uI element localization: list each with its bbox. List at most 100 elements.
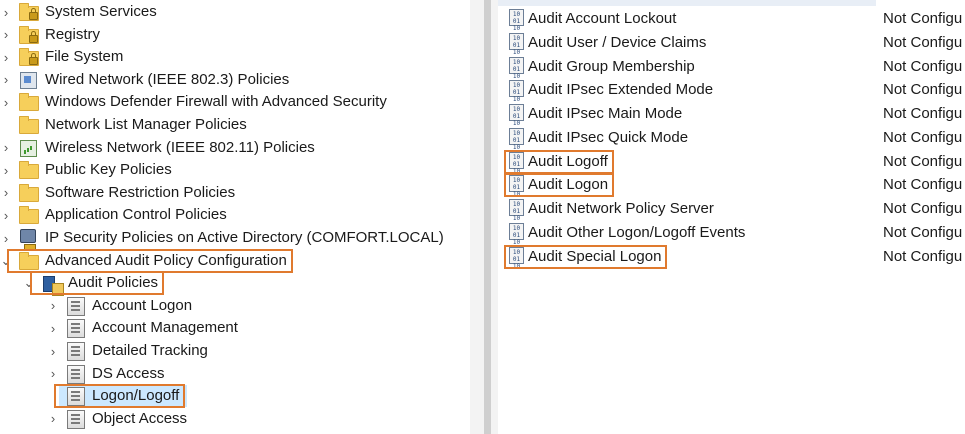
chevron-right-icon[interactable]: › xyxy=(0,182,12,204)
policy-status: Not Configu xyxy=(883,10,963,27)
chevron-right-icon[interactable]: › xyxy=(0,46,12,68)
folder-icon-part xyxy=(19,183,39,202)
category-icon-part xyxy=(67,319,85,339)
tree-item-wired-network-ieee-802-3-policies[interactable]: › Wired Network (IEEE 802.3) Policies xyxy=(0,69,470,91)
tree-item-windows-defender-firewall-with-advanced-security[interactable]: › Windows Defender Firewall with Advanced… xyxy=(0,91,470,113)
highlight-box xyxy=(54,384,185,409)
ipsec-icon-part xyxy=(20,229,36,251)
list-row-audit-other-logon-logoff-events[interactable]: 10 01 10 Audit Other Logon/Logoff Events Not… xyxy=(498,222,965,246)
policy-status: Not Configu xyxy=(883,81,963,99)
folder-icon-part xyxy=(19,206,39,225)
chevron-right-icon[interactable]: › xyxy=(0,137,12,159)
tree-item-label: IP Security Policies on Active Directory… xyxy=(45,229,444,246)
tree-item-network-list-manager-policies[interactable]: Network List Manager Policies xyxy=(0,114,470,136)
category-icon xyxy=(65,409,85,429)
pane-splitter[interactable] xyxy=(470,0,498,434)
policy-name: Audit IPsec Main Mode xyxy=(528,105,683,122)
tree-item-label: Windows Defender Firewall with Advanced … xyxy=(45,93,387,111)
policy-status: Not Configu xyxy=(883,200,963,217)
list-row-audit-ipsec-quick-mode[interactable]: 10 01 10 Audit IPsec Quick Mode Not Configu xyxy=(498,127,965,151)
tree-item-label: System Services xyxy=(45,3,157,20)
tree-item-file-system[interactable]: › File System xyxy=(0,46,470,68)
chevron-right-icon[interactable]: › xyxy=(0,227,12,249)
tree-item-label: Wireless Network (IEEE 802.11) Policies xyxy=(45,138,315,156)
policy-name: Audit Group Membership xyxy=(528,57,695,75)
policy-status: Not Configu xyxy=(883,176,963,194)
list-row-audit-ipsec-extended-mode[interactable]: 10 01 10 Audit IPsec Extended Mode Not Confi… xyxy=(498,79,965,103)
tree-item-software-restriction-policies[interactable]: › Software Restriction Policies xyxy=(0,182,470,204)
folder-icon-part xyxy=(19,161,39,180)
policy-setting-icon: 10 01 10 xyxy=(509,199,524,222)
chevron-right-icon[interactable]: › xyxy=(0,204,12,226)
policy-name: Audit IPsec Quick Mode xyxy=(528,128,689,146)
policy-status: Not Configu xyxy=(883,223,963,241)
chevron-right-icon[interactable]: › xyxy=(47,363,59,385)
policy-status: Not Configu xyxy=(883,57,963,75)
details-list: 10 01 10 Audit Account Lockout Not Configu 10… xyxy=(498,0,965,434)
highlight-box xyxy=(504,149,614,174)
policy-name: Audit User / Device Claims xyxy=(528,33,707,51)
chevron-right-icon[interactable]: › xyxy=(47,295,59,317)
list-row-audit-user-device-claims[interactable]: 10 01 10 Audit User / Device Claims Not Conf… xyxy=(498,32,965,56)
tree-item-ip-security-policies-on-active-directory-comfort-local[interactable]: › IP Security Policies on Active Director… xyxy=(0,227,470,251)
policy-status: Not Configu xyxy=(883,33,963,51)
tree-item-application-control-policies[interactable]: › Application Control Policies xyxy=(0,204,470,226)
list-row-audit-group-membership[interactable]: 10 01 10 Audit Group Membership Not Configu xyxy=(498,56,965,80)
chevron-right-icon[interactable]: › xyxy=(0,69,12,91)
list-row-audit-account-lockout[interactable]: 10 01 10 Audit Account Lockout Not Configu xyxy=(498,8,965,32)
chevron-right-icon[interactable]: › xyxy=(0,91,12,113)
chevron-right-icon[interactable]: › xyxy=(47,317,59,339)
tree-item-account-logon[interactable]: › Account Logon xyxy=(0,295,470,317)
folder-lock-icon-part xyxy=(29,30,38,43)
chevron-right-icon[interactable]: › xyxy=(0,24,12,46)
folder-lock-icon xyxy=(18,25,39,45)
policy-status: Not Configu xyxy=(883,105,963,122)
tree-item-object-access[interactable]: › Object Access xyxy=(0,408,470,430)
tree-item-detailed-tracking[interactable]: › Detailed Tracking xyxy=(0,340,470,362)
wireless-icon xyxy=(18,138,38,158)
network-icon-part xyxy=(20,71,37,89)
policy-name: Audit Account Lockout xyxy=(528,10,677,27)
tree-item-label: Application Control Policies xyxy=(45,206,227,224)
tree-item-public-key-policies[interactable]: › Public Key Policies xyxy=(0,159,470,181)
tree-item-ds-access[interactable]: › DS Access xyxy=(0,363,470,385)
tree-item-system-services[interactable]: › System Services xyxy=(0,1,470,23)
policy-setting-icon: 10 01 10 xyxy=(509,80,524,103)
tree-item-label: Detailed Tracking xyxy=(92,342,208,359)
policy-status: Not Configu xyxy=(883,247,963,265)
chevron-right-icon[interactable]: › xyxy=(47,340,59,362)
chevron-placeholder xyxy=(0,114,12,136)
highlight-box xyxy=(7,248,293,273)
policy-name: Audit Other Logon/Logoff Events xyxy=(528,223,746,241)
chevron-right-icon[interactable]: › xyxy=(0,1,12,23)
tree-item-label: Public Key Policies xyxy=(45,161,172,179)
tree-item-label: Account Management xyxy=(92,319,238,337)
category-icon-part xyxy=(67,296,85,316)
policy-status: Not Configu xyxy=(883,152,963,170)
list-header-remnant xyxy=(498,0,876,6)
highlight-box xyxy=(30,271,164,296)
chevron-right-icon[interactable]: › xyxy=(0,159,12,181)
policy-setting-icon: 10 01 10 xyxy=(509,104,524,127)
tree-item-label: Software Restriction Policies xyxy=(45,183,236,201)
splitter-bar[interactable] xyxy=(484,0,491,434)
category-icon xyxy=(65,341,85,361)
category-icon-part xyxy=(67,409,85,429)
tree-item-account-management[interactable]: › Account Management xyxy=(0,317,470,339)
folder-icon xyxy=(18,205,39,225)
folder-lock-icon xyxy=(18,47,39,67)
tree-item-label: Wired Network (IEEE 802.3) Policies xyxy=(45,70,290,88)
policy-setting-icon: 10 01 10 xyxy=(509,56,524,80)
list-row-audit-network-policy-server[interactable]: 10 01 10 Audit Network Policy Server Not Con… xyxy=(498,198,965,222)
tree-item-registry[interactable]: › Registry xyxy=(0,24,470,46)
policy-setting-icon: 10 01 10 xyxy=(509,222,524,246)
policy-setting-icon: 10 01 10 xyxy=(509,9,524,32)
highlight-box xyxy=(504,244,667,269)
policy-setting-icon: 10 01 10 xyxy=(509,127,524,151)
list-row-audit-ipsec-main-mode[interactable]: 10 01 10 Audit IPsec Main Mode Not Configu xyxy=(498,103,965,127)
chevron-right-icon[interactable]: › xyxy=(47,408,59,430)
tree-item-wireless-network-ieee-802-11-policies[interactable]: › Wireless Network (IEEE 802.11) Policies xyxy=(0,137,470,159)
folder-icon-part xyxy=(19,93,39,112)
category-icon xyxy=(65,364,85,384)
folder-icon xyxy=(18,160,39,180)
